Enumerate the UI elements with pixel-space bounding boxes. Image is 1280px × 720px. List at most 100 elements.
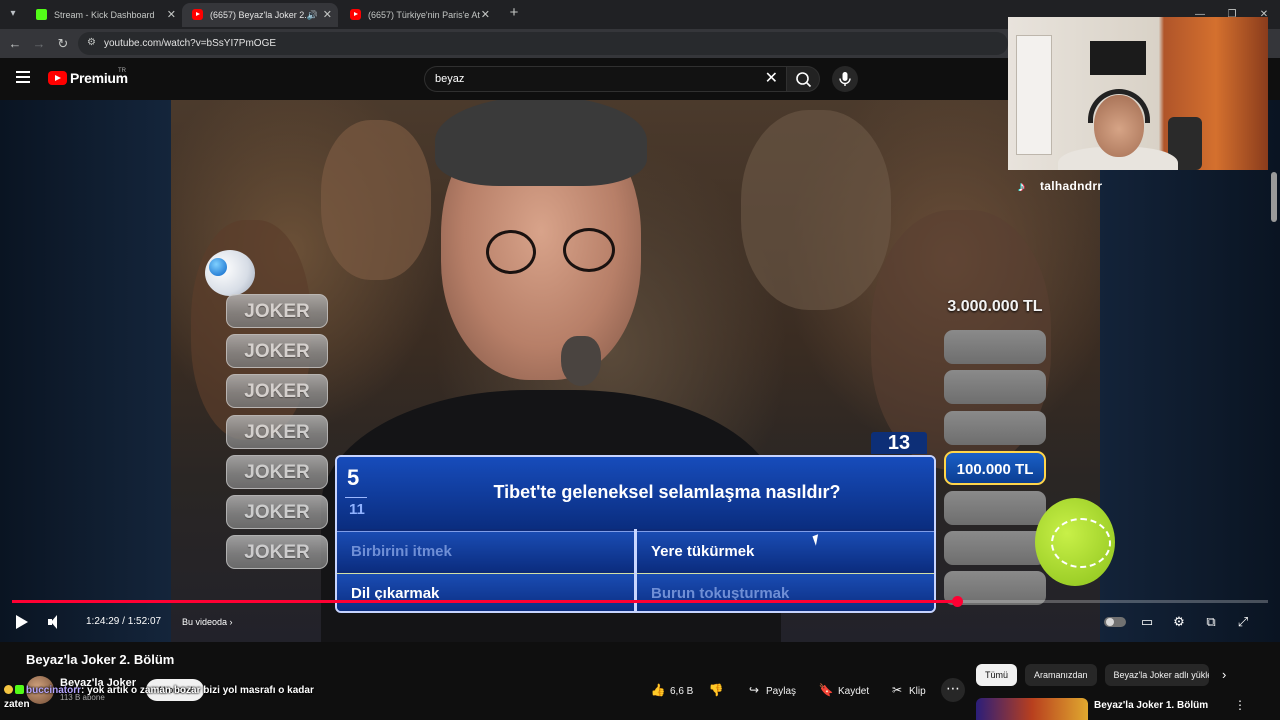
reload-icon[interactable]: ↻ — [54, 35, 72, 53]
share-label: Paylaş — [766, 686, 797, 697]
tab-title: (6657) Türkiye'nin Paris'e Atçalar — [368, 10, 480, 20]
settings-gear-icon[interactable]: ⚙ — [1171, 614, 1187, 630]
badge-icon — [4, 685, 13, 694]
autoplay-toggle[interactable] — [1104, 617, 1126, 627]
prize-step — [944, 370, 1046, 405]
youtube-icon — [192, 9, 203, 20]
prize-step — [944, 330, 1046, 365]
webcam-flag — [1090, 41, 1146, 75]
voice-search-button[interactable] — [832, 66, 858, 92]
fullscreen-icon[interactable]: ⤢ — [1235, 614, 1251, 630]
search-input[interactable]: beyaz ✕ — [424, 66, 786, 92]
glasses-left — [486, 230, 536, 274]
chat-username: buccinatorr — [26, 685, 82, 696]
tab-title: (6657) Beyaz'la Joker 2. Bölüm — [210, 10, 310, 20]
share-button[interactable]: ↪ Paylaş — [746, 678, 796, 702]
volume-icon[interactable] — [48, 615, 62, 629]
microphone-icon — [839, 72, 851, 86]
save-button[interactable]: 🔖 Kaydet — [818, 678, 870, 702]
player-controls: 1:24:29 / 1:52:07 Bu videoda › ▭ ⚙ ⧉ ⤢ — [0, 606, 1280, 638]
progress-fill — [12, 600, 957, 603]
save-label: Kaydet — [838, 686, 870, 697]
video-info-area: Beyaz'la Joker 2. Bölüm Beyaz'la Joker 1… — [0, 642, 1280, 720]
question-number: 13 — [871, 432, 927, 454]
youtube-icon — [350, 9, 361, 20]
prize-step — [944, 531, 1046, 566]
site-info-icon[interactable]: ⚙ — [87, 37, 99, 49]
progress-bar[interactable] — [12, 596, 1268, 607]
joker-lifeline: JOKER — [226, 414, 328, 449]
level-divider — [345, 497, 367, 498]
chat-message-overlay: buccinatorr: yok artık o zaman bozar biz… — [4, 684, 334, 712]
recommended-thumbnail[interactable] — [976, 698, 1088, 720]
webcam-shelf — [1016, 35, 1052, 155]
kick-badge-icon — [15, 685, 24, 694]
speaker-icon[interactable]: 🔊 — [307, 3, 318, 27]
tiktok-tag: ♪ talhadndrr — [1018, 176, 1102, 196]
dislike-button[interactable]: 👎 — [708, 678, 728, 702]
joker-lifeline: JOKER — [226, 294, 328, 328]
clip-label: Klip — [909, 686, 926, 697]
page-scrollbar[interactable] — [1271, 172, 1277, 222]
tab-youtube-active[interactable]: (6657) Beyaz'la Joker 2. Bölüm 🔊 ✕ — [182, 3, 338, 27]
more-actions-button[interactable]: ⋯ — [941, 678, 965, 702]
like-button[interactable]: 👍 6,6 B — [650, 678, 694, 702]
clear-search-icon[interactable]: ✕ — [765, 67, 778, 91]
prize-step — [944, 410, 1046, 445]
search-query: beyaz — [435, 73, 465, 85]
screen: ▾ Stream - Kick Dashboard ✕ (6657) Beyaz… — [0, 0, 1280, 720]
search-icon — [796, 72, 812, 88]
search-button[interactable] — [786, 66, 820, 92]
new-tab-button[interactable]: + — [505, 5, 523, 23]
audience-figure — [321, 120, 431, 280]
time-separator: / — [119, 616, 128, 627]
time-total: 1:52:07 — [127, 616, 162, 627]
youtube-logo-icon[interactable] — [48, 71, 67, 85]
chevron-right-icon[interactable]: › — [1222, 664, 1234, 686]
glasses-right — [563, 228, 615, 272]
url-text: youtube.com/watch?v=bSsYI7PmOGE — [104, 38, 277, 49]
more-vert-icon[interactable]: ⋮ — [1234, 698, 1246, 712]
close-icon[interactable]: ✕ — [481, 3, 490, 27]
answer-a: Birbirini itmek — [337, 531, 634, 571]
tab-search-icon[interactable]: ▾ — [4, 5, 22, 23]
close-icon[interactable]: ✕ — [167, 3, 176, 27]
like-count: 6,6 B — [670, 686, 694, 697]
recommended-title[interactable]: Beyaz'la Joker 1. Bölüm — [1094, 700, 1208, 711]
tennis-ball — [1035, 498, 1115, 586]
joker-lifeline: JOKER — [226, 374, 328, 409]
question-header: 5 11 Tibet'te geleneksel selamlaşma nası… — [337, 457, 934, 529]
joker-list: JOKER JOKER JOKER JOKER JOKER JOKER JOKER — [226, 294, 328, 575]
time-display: 1:24:29 / 1:52:07 — [86, 606, 161, 638]
question-panel: 5 11 Tibet'te geleneksel selamlaşma nası… — [335, 455, 936, 613]
forward-arrow-icon[interactable]: → — [30, 35, 48, 53]
video-letterbox-left — [0, 100, 171, 642]
thumbs-down-icon: 👎 — [708, 683, 724, 697]
chip-channel-uploads[interactable]: Beyaz'la Joker adlı yüklemeler — [1104, 664, 1209, 686]
related-filter-chips: Tümü Aramanızdan Beyaz'la Joker adlı yük… — [976, 664, 1217, 686]
share-icon: ↪ — [748, 683, 760, 697]
clip-button[interactable]: ✂ Klip — [889, 678, 926, 702]
host-beard — [561, 336, 601, 386]
tab-youtube[interactable]: (6657) Türkiye'nin Paris'e Atçalar ✕ — [340, 3, 496, 27]
logo-region: TR — [118, 68, 126, 74]
menu-icon[interactable] — [16, 71, 30, 83]
close-icon[interactable]: ✕ — [323, 3, 332, 27]
miniplayer-icon[interactable]: ⧉ — [1203, 614, 1219, 630]
play-icon[interactable] — [16, 615, 28, 629]
chip-from-search[interactable]: Aramanızdan — [1025, 664, 1097, 686]
chip-all[interactable]: Tümü — [976, 664, 1018, 686]
back-arrow-icon[interactable]: ← — [6, 35, 24, 53]
joker-lifeline: JOKER — [226, 454, 328, 489]
bookmark-icon: 🔖 — [818, 683, 834, 697]
thumbs-up-icon: 👍 — [650, 683, 666, 697]
address-bar[interactable]: ⚙ youtube.com/watch?v=bSsYI7PmOGE — [78, 32, 1008, 55]
subtitles-icon[interactable]: ▭ — [1139, 614, 1155, 630]
prize-top: 3.000.000 TL — [947, 298, 1043, 315]
level-current: 5 — [347, 465, 360, 490]
scissors-icon: ✂ — [891, 683, 903, 697]
chapter-label: Bu videoda — [182, 617, 228, 627]
chapter-button[interactable]: Bu videoda › — [182, 606, 233, 638]
webcam-overlay — [1008, 17, 1268, 170]
tab-kick-dashboard[interactable]: Stream - Kick Dashboard ✕ — [26, 3, 182, 27]
